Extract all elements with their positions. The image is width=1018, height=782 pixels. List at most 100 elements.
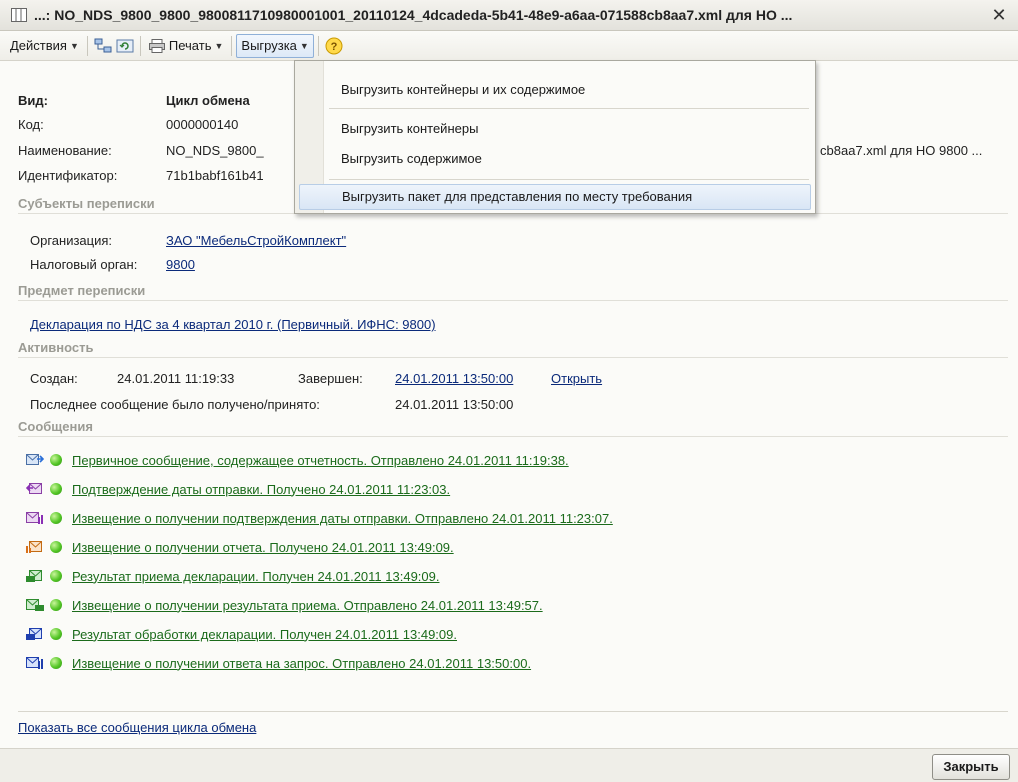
message-link[interactable]: Извещение о получении отчета. Получено 2… [72,540,454,555]
structure-icon [94,38,112,52]
status-ok-icon [50,599,62,611]
completed-link[interactable]: 24.01.2011 13:50:00 [395,371,513,386]
divider [18,711,1008,712]
envelope-send-icon [26,452,44,468]
export-menu-button[interactable]: Выгрузка ▼ [236,33,314,58]
message-row: Извещение о получении результата приема.… [26,595,543,615]
window-close-button[interactable]: ✕ [988,4,1010,26]
actions-label: Действия [10,38,67,53]
footer-bar: Закрыть [0,748,1018,782]
last-message-label: Последнее сообщение было получено/принят… [30,397,320,412]
chevron-down-icon: ▼ [69,40,79,51]
section-title: Предмет переписки [18,283,146,298]
form-icon [8,6,30,24]
menu-item-export-content[interactable]: Выгрузить содержимое [341,151,482,166]
toolbar-separator [86,35,88,56]
menu-separator [329,108,809,109]
menu-separator [329,179,809,180]
kind-value: Цикл обмена [166,93,250,108]
completed-label: Завершен: [298,371,363,386]
status-ok-icon [50,628,62,640]
name-value-tail: cb8aa7.xml для НО 9800 ... [820,143,983,158]
envelope-result-icon [26,568,44,584]
print-label: Печать [168,38,212,53]
section-divider [18,357,1008,358]
window-title: ...: NO_NDS_9800_9800_980081171098000100… [34,7,793,23]
toolbar-separator [317,35,319,56]
section-divider [18,436,1008,437]
message-link[interactable]: Подтверждение даты отправки. Получено 24… [72,482,450,497]
close-button[interactable]: Закрыть [932,754,1010,780]
status-ok-icon [50,541,62,553]
actions-menu-button[interactable]: Действия ▼ [6,35,83,57]
svg-text:?: ? [330,41,337,53]
status-ok-icon [50,454,62,466]
title-bar: ...: NO_NDS_9800_9800_980081171098000100… [0,0,1018,31]
code-value: 0000000140 [166,117,239,132]
section-messages: Сообщения [18,419,1008,437]
section-activity: Активность [18,340,1008,358]
message-row: Результат обработки декларации. Получен … [26,624,457,644]
section-title: Субъекты переписки [18,196,155,211]
menu-item-export-containers[interactable]: Выгрузить контейнеры [341,121,478,136]
chevron-down-icon: ▼ [214,40,224,51]
message-link[interactable]: Извещение о получении ответа на запрос. … [72,656,531,671]
message-row: Извещение о получении подтверждения даты… [26,508,613,528]
toolbar: Действия ▼ Печать ▼ Выгрузка ▼ ? [0,31,1018,61]
show-all-messages-link[interactable]: Показать все сообщения цикла обмена [18,720,256,735]
envelope-result-notice-icon [26,597,44,613]
name-value: NO_NDS_9800_ [166,143,264,158]
created-label: Создан: [30,371,78,386]
menu-item-export-containers-and-content[interactable]: Выгрузить контейнеры и их содержимое [341,82,585,97]
tax-authority-link[interactable]: 9800 [166,257,195,272]
code-label: Код: [18,117,44,132]
status-ok-icon [50,512,62,524]
message-row: Извещение о получении ответа на запрос. … [26,653,531,673]
export-dropdown-menu: Выгрузить контейнеры и их содержимое Выг… [294,60,816,214]
message-link[interactable]: Извещение о получении подтверждения даты… [72,511,613,526]
exchange-cycle-window: ...: NO_NDS_9800_9800_980081171098000100… [0,0,1018,782]
envelope-answer-icon [26,655,44,671]
message-link[interactable]: Результат приема декларации. Получен 24.… [72,569,440,584]
tax-authority-label: Налоговый орган: [30,257,138,272]
chevron-down-icon: ▼ [299,40,309,51]
kind-label: Вид: [18,93,48,108]
message-row: Извещение о получении отчета. Получено 2… [26,537,454,557]
created-value: 24.01.2011 11:19:33 [117,371,235,386]
status-ok-icon [50,570,62,582]
message-row: Подтверждение даты отправки. Получено 24… [26,479,450,499]
last-message-value: 24.01.2011 13:50:00 [395,397,514,412]
printer-icon [148,38,165,53]
status-ok-icon [50,483,62,495]
organization-link[interactable]: ЗАО "МебельСтройКомплект" [166,233,346,248]
envelope-receipt-icon [26,539,44,555]
menu-item-export-package-on-demand[interactable]: Выгрузить пакет для представления по мес… [299,184,811,210]
message-link[interactable]: Первичное сообщение, содержащее отчетнос… [72,453,569,468]
section-divider [18,300,1008,301]
toolbar-separator [231,35,233,56]
message-link[interactable]: Результат обработки декларации. Получен … [72,627,457,642]
section-title: Активность [18,340,94,355]
envelope-confirm-icon [26,481,44,497]
message-row: Первичное сообщение, содержащее отчетнос… [26,450,569,470]
print-menu-button[interactable]: Печать ▼ [145,35,228,57]
refresh-icon [116,39,134,52]
export-label: Выгрузка [241,38,297,53]
open-link[interactable]: Открыть [551,371,602,386]
toolbar-separator [139,35,141,56]
structure-button[interactable] [92,35,114,57]
help-button[interactable]: ? [323,35,345,57]
identifier-label: Идентификатор: [18,168,118,183]
help-icon: ? [325,37,343,54]
message-link[interactable]: Извещение о получении результата приема.… [72,598,543,613]
refresh-button[interactable] [114,35,136,57]
identifier-value: 71b1babf161b41 [166,168,264,183]
name-label: Наименование: [18,143,112,158]
declaration-link[interactable]: Декларация по НДС за 4 квартал 2010 г. (… [30,317,436,332]
section-subject-matter: Предмет переписки [18,283,1008,301]
envelope-notice-icon [26,510,44,526]
envelope-processing-icon [26,626,44,642]
message-row: Результат приема декларации. Получен 24.… [26,566,440,586]
section-title: Сообщения [18,419,93,434]
organization-label: Организация: [30,233,113,248]
